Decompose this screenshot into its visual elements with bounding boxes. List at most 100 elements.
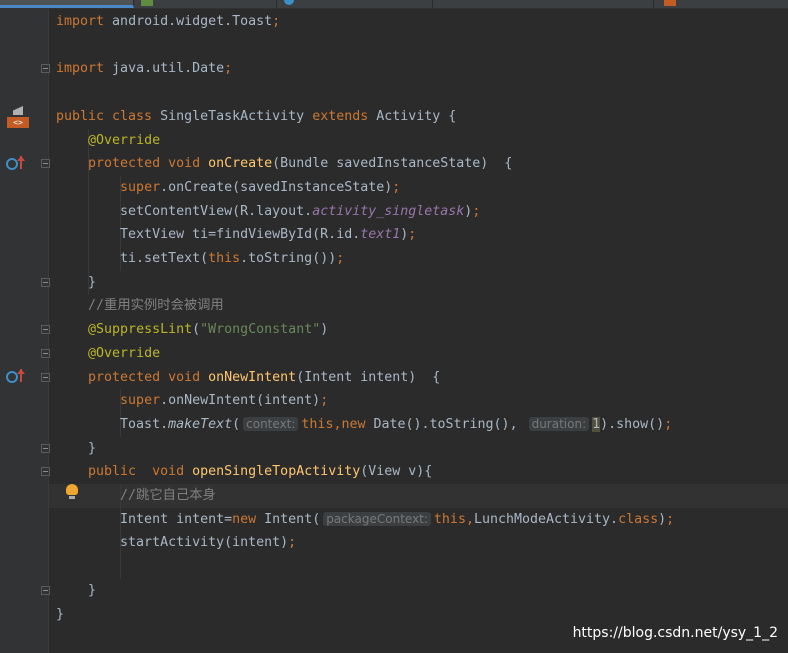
code-line[interactable]: @Override (56, 342, 160, 366)
overrides-method-icon[interactable] (6, 369, 25, 383)
code-line[interactable]: } (56, 271, 96, 295)
code-token: (Bundle savedInstanceState) { (272, 156, 513, 172)
code-token: (Intent intent) { (296, 369, 441, 385)
code-token: import (56, 61, 105, 77)
code-token: ; (408, 227, 417, 243)
code-token: ti.setText( (56, 251, 209, 266)
code-token: "WrongConstant" (200, 322, 321, 338)
code-line[interactable]: public class SingleTaskActivity extends … (56, 105, 456, 129)
code-line[interactable]: //跳它自己本身 (56, 484, 216, 508)
code-token: text1 (360, 227, 401, 243)
code-token: ; (224, 61, 233, 77)
code-token: ) (320, 322, 329, 338)
code-token: ; (336, 251, 345, 266)
code-token: Intent intent= (56, 511, 233, 527)
code-line[interactable]: import java.util.Date; (56, 57, 232, 81)
code-token: new (232, 511, 257, 527)
code-line[interactable]: setContentView(R.layout.activity_singlet… (56, 200, 480, 224)
code-line[interactable]: super.onCreate(savedInstanceState); (56, 176, 400, 200)
editor-tab[interactable] (277, 0, 433, 8)
code-token: ; (664, 416, 673, 432)
parameter-hint: context: (243, 416, 299, 431)
editor-tab[interactable] (654, 0, 788, 8)
fold-marker-icon[interactable] (41, 159, 50, 169)
code-line[interactable]: } (56, 603, 64, 627)
code-line[interactable]: import android.widget.Toast; (56, 10, 280, 34)
code-token: ; (666, 511, 675, 527)
parameter-hint: packageContext: (323, 511, 431, 526)
code-token: extends (312, 108, 369, 124)
watermark: https://blog.csdn.net/ysy_1_2 (572, 625, 778, 641)
code-line[interactable]: public void openSingleTopActivity(View v… (56, 460, 432, 484)
editor-tab[interactable] (0, 0, 134, 8)
intention-bulb-icon[interactable] (66, 484, 78, 500)
code-token: super (120, 179, 161, 195)
code-token: } (56, 582, 97, 598)
code-token: public class (56, 108, 153, 124)
code-token: onNewIntent (208, 369, 297, 385)
fold-marker-icon[interactable] (41, 443, 50, 453)
code-token: 1 (592, 416, 601, 432)
code-token: (View v){ (360, 464, 433, 480)
code-token: public void (88, 464, 185, 480)
code-token: onCreate (208, 156, 273, 172)
code-token: } (56, 440, 97, 456)
code-line[interactable]: protected void onNewIntent(Intent intent… (56, 366, 440, 390)
editor-tab-bar (0, 0, 788, 9)
fold-marker-icon[interactable] (41, 348, 50, 358)
code-line[interactable]: ti.setText(this.toString()); (56, 247, 344, 271)
fold-marker-icon[interactable] (41, 277, 50, 287)
code-line[interactable]: Toast.makeText(context: this,new Date().t… (56, 413, 672, 437)
code-token: ; (472, 203, 481, 219)
android-layout-icon[interactable]: <> (7, 106, 29, 128)
code-token: openSingleTopActivity (192, 464, 361, 480)
parameter-hint: duration: (528, 416, 590, 431)
editor-tab[interactable] (433, 0, 654, 8)
code-token: ( (232, 416, 241, 432)
code-token: ( (192, 322, 201, 338)
fold-marker-icon[interactable] (41, 325, 50, 335)
code-token: this (208, 251, 241, 266)
fold-marker-icon[interactable] (41, 64, 50, 74)
code-token: TextView ti=findViewById(R.id. (56, 227, 361, 243)
code-token: .onNewIntent(intent) (160, 393, 321, 409)
code-token: class (618, 511, 659, 527)
code-line[interactable]: @Override (56, 129, 160, 153)
code-line[interactable]: startActivity(intent); (56, 531, 296, 555)
code-line[interactable]: TextView ti=findViewById(R.id.text1); (56, 223, 416, 247)
code-line[interactable]: //重用实例时会被调用 (56, 294, 224, 318)
code-token: SingleTaskActivity (152, 108, 313, 124)
code-token: //重用实例时会被调用 (88, 298, 224, 314)
code-line[interactable]: } (56, 579, 96, 603)
code-token: protected void (88, 156, 201, 172)
code-line[interactable]: Intent intent=new Intent(packageContext:… (56, 508, 674, 532)
editor-tab[interactable] (134, 0, 277, 8)
code-line[interactable]: super.onNewIntent(intent); (56, 389, 328, 413)
fold-marker-icon[interactable] (41, 585, 50, 595)
code-token: ; (288, 535, 297, 551)
fold-marker-icon[interactable] (41, 467, 50, 477)
code-token: ) (658, 511, 667, 527)
code-token: setContentView(R.layout. (56, 203, 313, 219)
code-token: } (56, 274, 97, 290)
code-token: ; (320, 393, 329, 409)
manifest-icon (141, 0, 153, 6)
code-line[interactable]: protected void onCreate(Bundle savedInst… (56, 152, 512, 176)
code-token: ; (392, 179, 401, 195)
overrides-method-icon[interactable] (6, 156, 25, 170)
code-token: import (56, 14, 105, 29)
code-line[interactable]: } (56, 437, 96, 461)
code-token: @Override (88, 345, 161, 361)
fold-marker-icon[interactable] (41, 372, 50, 382)
code-token: ; (272, 14, 281, 29)
code-line[interactable]: @SuppressLint("WrongConstant") (56, 318, 328, 342)
